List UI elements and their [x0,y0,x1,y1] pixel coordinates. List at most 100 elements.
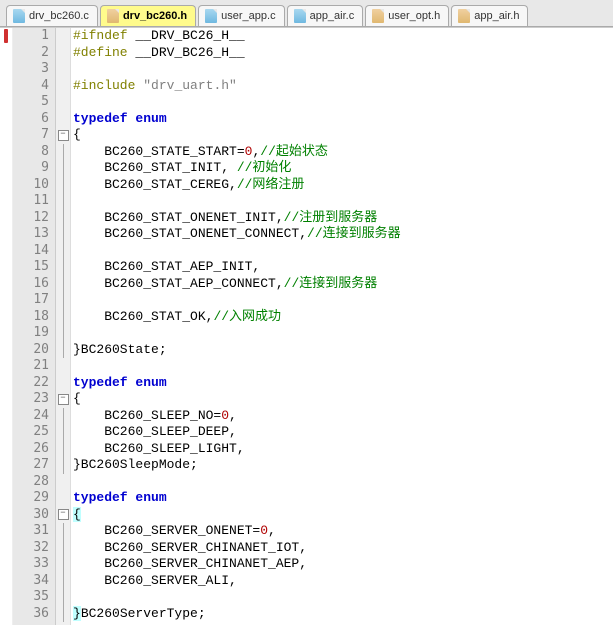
code-line[interactable]: #define __DRV_BC26_H__ [73,45,613,62]
line-number: 15 [13,259,49,276]
token-hl: } [73,606,81,621]
tab-drv_bc260-h[interactable]: drv_bc260.h [100,5,196,26]
code-line[interactable]: BC260_SERVER_ONENET=0, [73,523,613,540]
code-line[interactable]: BC260_STAT_ONENET_INIT,//注册到服务器 [73,210,613,227]
fold-toggle-icon[interactable]: − [58,130,69,141]
code-line[interactable] [73,358,613,375]
token-def: #ifndef [73,28,128,43]
bookmark-cell [0,61,12,78]
code-line[interactable]: }BC260State; [73,342,613,359]
token-id: , [229,408,237,423]
code-line[interactable]: typedef enum [73,375,613,392]
bookmark-cell [0,490,12,507]
bookmark-cell [0,226,12,243]
code-line[interactable]: BC260_STAT_ONENET_CONNECT,//连接到服务器 [73,226,613,243]
code-line[interactable]: { [73,391,613,408]
code-line[interactable] [73,94,613,111]
token-def: #include [73,78,135,93]
fold-toggle-icon[interactable]: − [58,394,69,405]
code-line[interactable]: BC260_SLEEP_LIGHT, [73,441,613,458]
fold-guide-icon [63,177,64,194]
code-line[interactable]: typedef enum [73,111,613,128]
token-com: //连接到服务器 [284,276,378,291]
token-kw: typedef [73,111,128,126]
bookmark-cell [0,358,12,375]
token-id: BC260ServerType; [81,606,206,621]
fold-guide-icon [63,325,64,342]
code-line[interactable]: BC260_STAT_AEP_CONNECT,//连接到服务器 [73,276,613,293]
code-line[interactable]: BC260_STATE_START=0,//起始状态 [73,144,613,161]
tab-user_app-c[interactable]: user_app.c [198,5,284,26]
line-number: 16 [13,276,49,293]
token-id: BC260_STAT_AEP_INIT, [73,259,260,274]
code-area[interactable]: #ifndef __DRV_BC26_H__#define __DRV_BC26… [71,28,613,625]
code-line[interactable]: }BC260ServerType; [73,606,613,623]
fold-guide-icon [63,210,64,227]
fold-cell[interactable]: − [56,507,70,524]
bookmark-cell [0,408,12,425]
token-id: BC260_SERVER_CHINANET_IOT, [73,540,307,555]
code-line[interactable] [73,474,613,491]
bookmark-cell [0,606,12,623]
code-line[interactable] [73,589,613,606]
code-line[interactable]: BC260_SLEEP_NO=0, [73,408,613,425]
line-number-gutter: 1234567891011121314151617181920212223242… [13,28,56,625]
token-id: __DRV_BC26_H__ [128,28,245,43]
tab-app_air-h[interactable]: app_air.h [451,5,528,26]
line-number: 19 [13,325,49,342]
line-number: 11 [13,193,49,210]
code-line[interactable]: BC260_SERVER_ALI, [73,573,613,590]
code-line[interactable]: }BC260SleepMode; [73,457,613,474]
fold-cell [56,259,70,276]
code-line[interactable] [73,325,613,342]
code-line[interactable]: BC260_SERVER_CHINANET_IOT, [73,540,613,557]
fold-cell [56,358,70,375]
code-line[interactable]: { [73,127,613,144]
token-def: #define [73,45,128,60]
bookmark-cell [0,325,12,342]
code-line[interactable]: #ifndef __DRV_BC26_H__ [73,28,613,45]
bookmark-cell [0,127,12,144]
fold-guide-icon [63,408,64,425]
bookmark-cell [0,259,12,276]
tab-label: user_opt.h [388,10,440,22]
fold-cell [56,490,70,507]
code-line[interactable]: BC260_SLEEP_DEEP, [73,424,613,441]
tab-user_opt-h[interactable]: user_opt.h [365,5,449,26]
code-line[interactable]: { [73,507,613,524]
fold-cell[interactable]: − [56,127,70,144]
code-line[interactable] [73,193,613,210]
fold-guide-icon [63,160,64,177]
fold-guide-icon [63,540,64,557]
fold-cell [56,243,70,260]
line-number: 36 [13,606,49,623]
bookmark-cell [0,160,12,177]
fold-cell[interactable]: − [56,391,70,408]
code-line[interactable]: BC260_STAT_CEREG,//网络注册 [73,177,613,194]
line-number: 5 [13,94,49,111]
tab-app_air-c[interactable]: app_air.c [287,5,364,26]
code-line[interactable] [73,243,613,260]
code-line[interactable]: BC260_STAT_AEP_INIT, [73,259,613,276]
code-line[interactable]: BC260_STAT_INIT, //初始化 [73,160,613,177]
fold-cell [56,589,70,606]
tab-drv_bc260-c[interactable]: drv_bc260.c [6,5,98,26]
code-line[interactable] [73,292,613,309]
bookmark-cell [0,573,12,590]
fold-cell [56,556,70,573]
code-line[interactable]: BC260_STAT_OK,//入网成功 [73,309,613,326]
tab-label: app_air.h [474,10,519,22]
bookmark-cell [0,28,12,45]
code-editor[interactable]: 1234567891011121314151617181920212223242… [0,27,613,625]
line-number: 20 [13,342,49,359]
bookmark-cell [0,309,12,326]
line-number: 24 [13,408,49,425]
code-line[interactable] [73,61,613,78]
code-line[interactable]: #include "drv_uart.h" [73,78,613,95]
fold-cell [56,160,70,177]
code-line[interactable]: typedef enum [73,490,613,507]
fold-cell [56,276,70,293]
code-line[interactable]: BC260_SERVER_CHINANET_AEP, [73,556,613,573]
fold-toggle-icon[interactable]: − [58,509,69,520]
fold-cell [56,457,70,474]
